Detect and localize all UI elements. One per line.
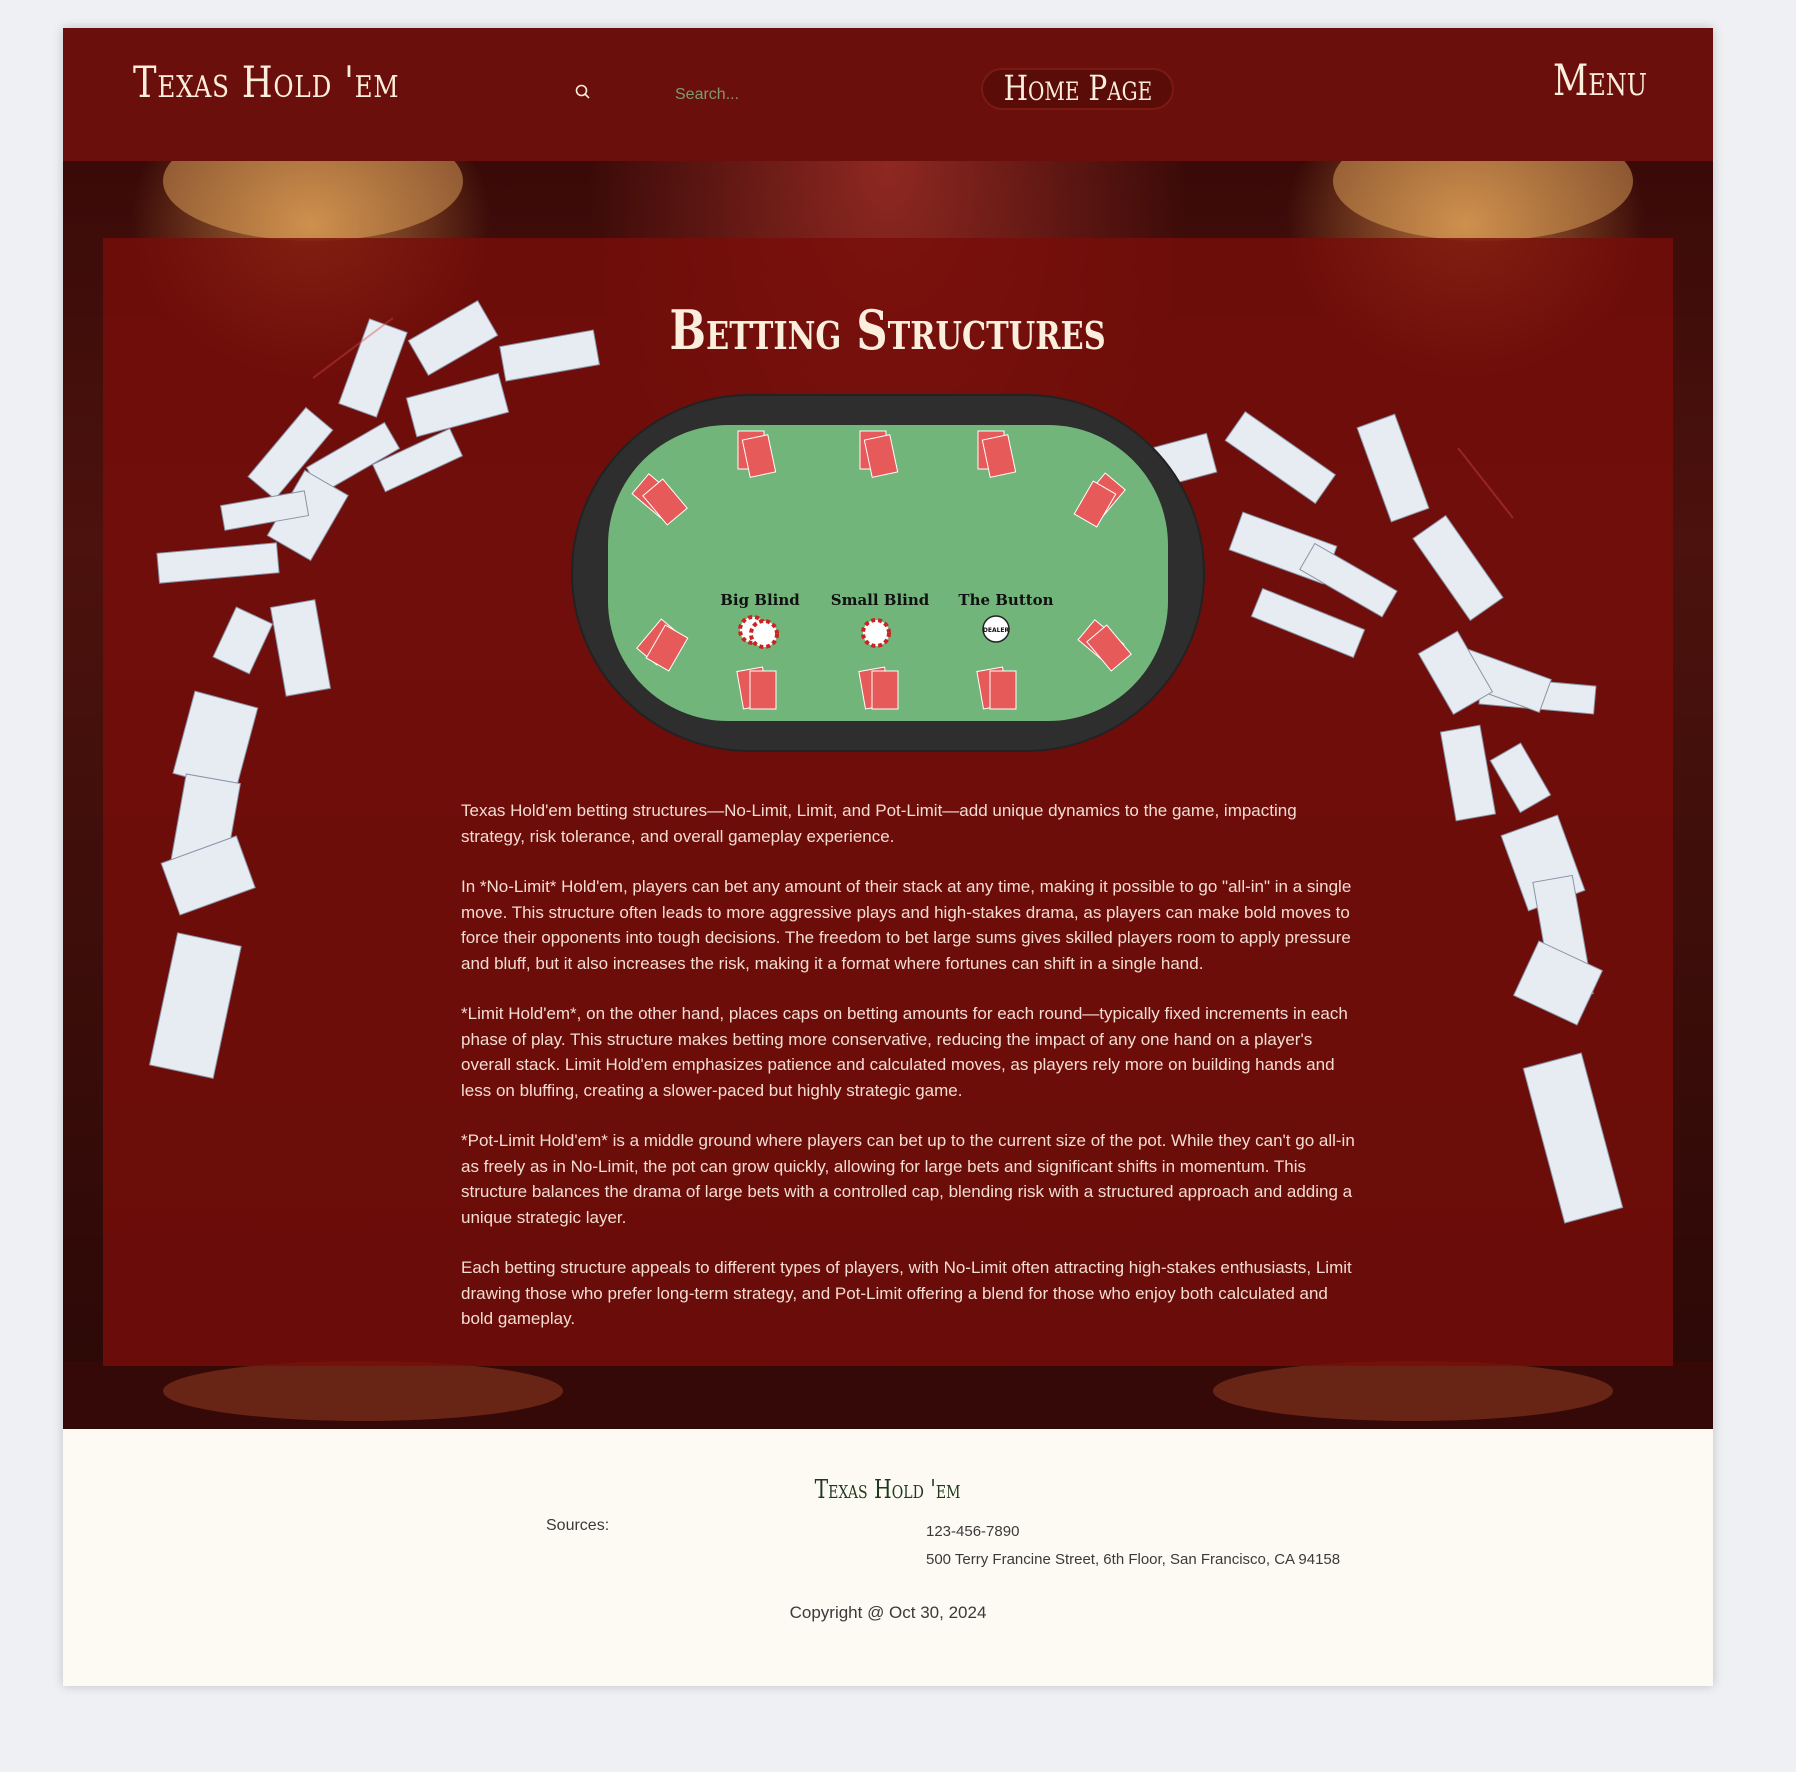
dealer-button: DEALER bbox=[982, 615, 1010, 643]
small-blind-label: Small Blind bbox=[831, 591, 930, 609]
card-pair-bottom-2 bbox=[858, 666, 899, 710]
home-page-button[interactable]: Home Page bbox=[981, 68, 1174, 110]
sources-label: Sources: bbox=[546, 1517, 610, 1534]
page-title: Betting Structures bbox=[669, 298, 1107, 362]
copyright-text: Copyright @ Oct 30, 2024 bbox=[789, 1603, 987, 1622]
footer-logo[interactable]: Texas Hold 'em bbox=[63, 1475, 1713, 1505]
contact-phone: 123-456-7890 bbox=[926, 1523, 1020, 1540]
paragraph-summary: Each betting structure appeals to differ… bbox=[461, 1258, 1352, 1328]
site-logo[interactable]: Texas Hold 'em bbox=[133, 58, 399, 108]
menu-button[interactable]: Menu bbox=[1553, 56, 1647, 106]
paragraph-no-limit: In *No-Limit* Hold'em, players can bet a… bbox=[461, 877, 1352, 973]
button-label: The Button bbox=[958, 591, 1053, 609]
article-body: Texas Hold'em betting structures—No-Limi… bbox=[461, 798, 1361, 1357]
card-pair-bottom-1 bbox=[736, 666, 777, 710]
site-container: Texas Hold 'em Home Page Menu bbox=[63, 28, 1713, 1686]
paragraph-pot-limit: *Pot-Limit Hold'em* is a middle ground w… bbox=[461, 1131, 1355, 1227]
home-page-label: Home Page bbox=[1003, 69, 1152, 109]
content-panel: Betting Structures Big Blind Small Blind… bbox=[103, 238, 1673, 1366]
footer: Texas Hold 'em Sources: 123-456-7890 500… bbox=[63, 1429, 1713, 1686]
dealer-label: DEALER bbox=[983, 627, 1010, 634]
card-pair-bottom-3 bbox=[976, 666, 1017, 710]
paragraph-intro: Texas Hold'em betting structures—No-Limi… bbox=[461, 801, 1297, 846]
search-icon[interactable] bbox=[574, 83, 592, 101]
hero-section: Betting Structures Big Blind Small Blind… bbox=[63, 161, 1713, 1429]
paragraph-limit: *Limit Hold'em*, on the other hand, plac… bbox=[461, 1004, 1348, 1100]
poker-table-diagram: Big Blind Small Blind The Button DEALER bbox=[571, 394, 1205, 752]
search-input[interactable] bbox=[675, 80, 885, 110]
poker-chip-icon bbox=[861, 618, 891, 648]
contact-address: 500 Terry Francine Street, 6th Floor, Sa… bbox=[926, 1551, 1341, 1568]
big-blind-label: Big Blind bbox=[720, 591, 800, 609]
header: Texas Hold 'em Home Page Menu bbox=[63, 28, 1713, 161]
